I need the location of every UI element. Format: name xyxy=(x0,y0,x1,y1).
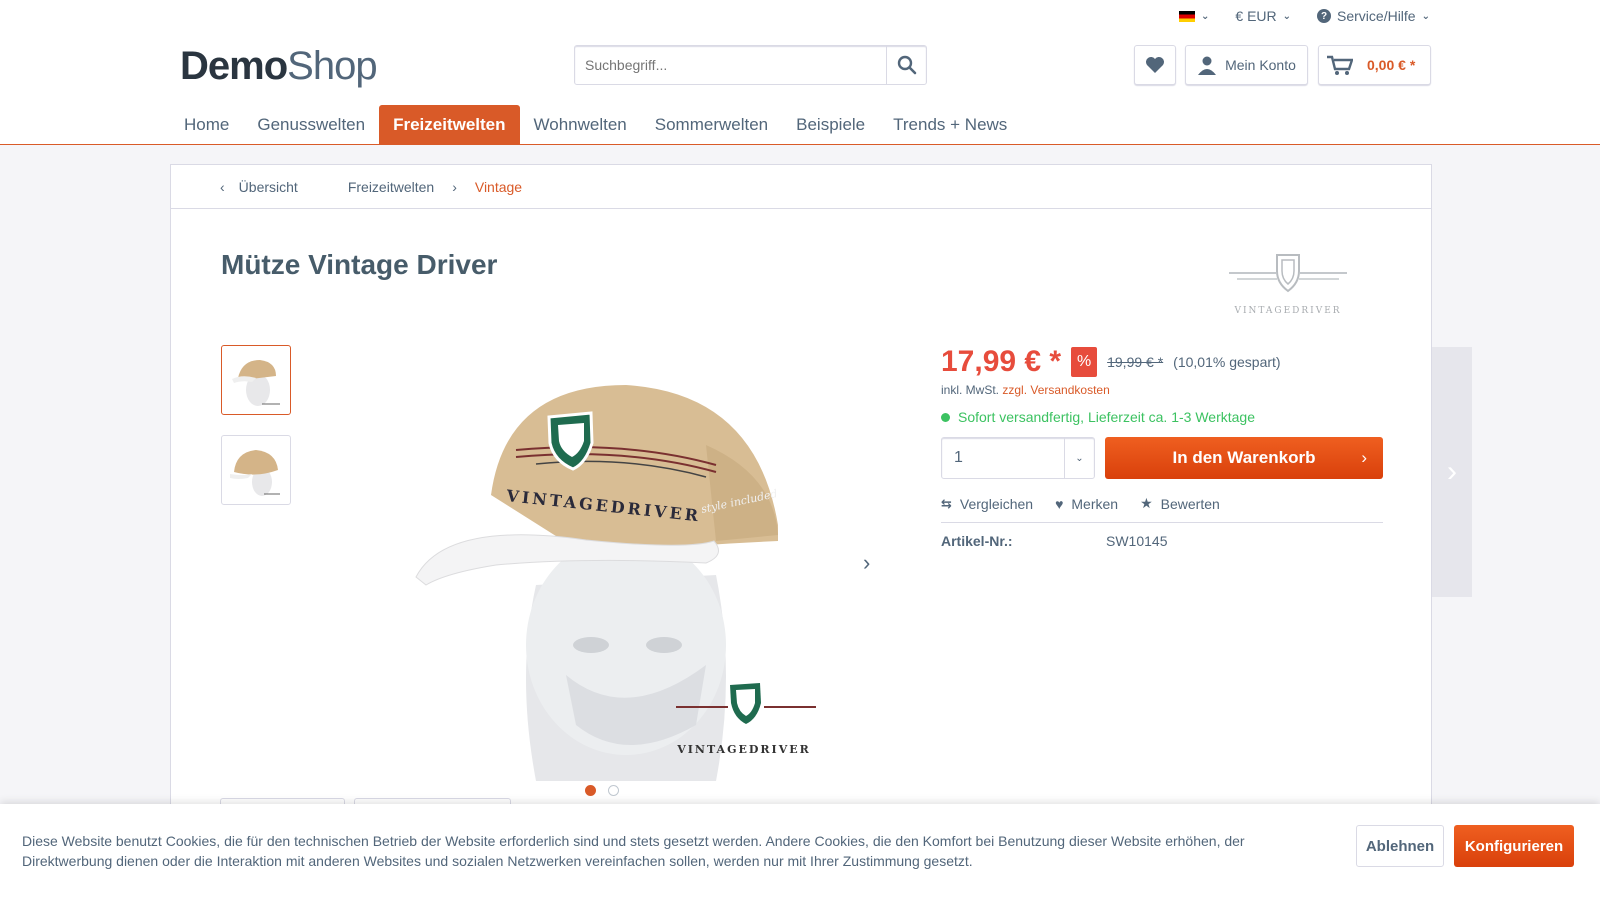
add-to-cart-label: In den Warenkorb xyxy=(1172,448,1316,467)
old-price: 19,99 € * xyxy=(1107,354,1164,370)
cap-front-thumbnail-image xyxy=(232,360,280,406)
nav-item-freizeitwelten[interactable]: Freizeitwelten xyxy=(379,105,520,144)
chevron-down-icon: ⌄ xyxy=(1201,10,1210,22)
product-thumbnail-1[interactable] xyxy=(221,345,291,415)
cart-icon xyxy=(1327,55,1353,75)
nav-item-wohnwelten[interactable]: Wohnwelten xyxy=(520,105,641,144)
brand-logo-text: VINTAGEDRIVER xyxy=(1233,306,1341,316)
shop-logo[interactable]: DemoShop xyxy=(180,44,378,89)
service-menu[interactable]: ? Service/Hilfe ⌄ xyxy=(1317,8,1430,24)
rate-action[interactable]: ★ Bewerten xyxy=(1140,495,1220,512)
image-logo-text: VINTAGEDRIVER xyxy=(676,743,811,756)
cart-total: 0,00 € * xyxy=(1367,57,1416,73)
rate-label: Bewerten xyxy=(1160,495,1220,512)
german-flag-icon xyxy=(1179,10,1195,22)
currency-label: € EUR xyxy=(1235,8,1277,24)
product-title: Mütze Vintage Driver xyxy=(221,249,498,280)
main-nav: Home Genusswelten Freizeitwelten Wohnwel… xyxy=(170,105,1021,144)
breadcrumb-item-vintage[interactable]: Vintage xyxy=(475,179,522,195)
compare-label: Vergleichen xyxy=(959,495,1034,512)
article-number-label: Artikel-Nr.: xyxy=(941,533,1013,549)
account-label: Mein Konto xyxy=(1225,57,1296,73)
chevron-down-icon: ⌄ xyxy=(1421,10,1430,22)
product-thumbnail-2[interactable] xyxy=(221,435,291,505)
price-row: 17,99 € * % 19,99 € * (10,01% gespart) xyxy=(941,345,1383,379)
nav-item-trends-news[interactable]: Trends + News xyxy=(879,105,1021,144)
wishlist-button[interactable] xyxy=(1134,45,1176,85)
image-next-arrow-icon[interactable]: › xyxy=(863,550,870,576)
search-input[interactable] xyxy=(575,46,886,84)
star-icon: ★ xyxy=(1140,495,1153,511)
nav-item-home[interactable]: Home xyxy=(170,105,243,144)
user-icon xyxy=(1198,56,1217,75)
remember-action[interactable]: ♥ Merken xyxy=(1055,495,1118,512)
logo-bold: Demo xyxy=(180,44,288,88)
logo-light: Shop xyxy=(287,44,377,88)
delivery-text: Sofort versandfertig, Lieferzeit ca. 1-3… xyxy=(958,409,1255,425)
shipping-costs-link[interactable]: zzgl. Versandkosten xyxy=(1002,383,1109,397)
discount-badge: % xyxy=(1071,347,1098,377)
search-button[interactable] xyxy=(886,46,926,84)
chevron-right-icon: › xyxy=(452,178,457,195)
tax-info: inkl. MwSt. zzgl. Versandkosten xyxy=(941,383,1383,397)
cookie-banner: Diese Website benutzt Cookies, die für d… xyxy=(0,804,1600,900)
image-dot-2[interactable] xyxy=(608,785,619,796)
article-number-value: SW10145 xyxy=(1106,533,1168,549)
service-label: Service/Hilfe xyxy=(1337,8,1416,24)
brand-logo[interactable]: VINTAGEDRIVER xyxy=(1209,253,1359,323)
chevron-left-icon: ‹ xyxy=(220,178,225,195)
heart-icon: ♥ xyxy=(1055,495,1064,512)
chevron-right-icon: › xyxy=(1361,448,1367,467)
top-links: ⌄ € EUR ⌄ ? Service/Hilfe ⌄ xyxy=(1179,8,1430,24)
add-to-cart-button[interactable]: In den Warenkorb › xyxy=(1105,437,1383,479)
remember-label: Merken xyxy=(1071,495,1119,512)
article-number-row: Artikel-Nr.: SW10145 xyxy=(941,533,1383,549)
cookie-configure-button[interactable]: Konfigurieren xyxy=(1454,825,1574,867)
help-icon: ? xyxy=(1317,9,1332,23)
heart-icon xyxy=(1146,57,1164,73)
delivery-status: Sofort versandfertig, Lieferzeit ca. 1-3… xyxy=(941,409,1383,425)
cart-button[interactable]: 0,00 € * xyxy=(1318,45,1431,85)
breadcrumb-item-freizeitwelten[interactable]: Freizeitwelten xyxy=(348,179,434,195)
currency-switcher[interactable]: € EUR ⌄ xyxy=(1235,8,1291,24)
nav-item-sommerwelten[interactable]: Sommerwelten xyxy=(641,105,782,144)
search-bar xyxy=(574,45,927,85)
breadcrumb-back-link[interactable]: ‹ Übersicht xyxy=(220,179,298,195)
next-product-arrow-icon[interactable]: › xyxy=(1432,347,1472,597)
tax-label: inkl. MwSt. xyxy=(941,383,1000,397)
product-main-image[interactable]: VINTAGEDRIVER style included VINTAGEDRIV… xyxy=(386,345,846,781)
nav-item-beispiele[interactable]: Beispiele xyxy=(782,105,879,144)
compare-icon: ⇆ xyxy=(941,495,952,511)
cookie-text: Diese Website benutzt Cookies, die für d… xyxy=(22,833,1245,869)
image-pagination xyxy=(585,785,619,796)
chevron-down-icon: ⌄ xyxy=(1064,438,1094,478)
image-dot-1[interactable] xyxy=(585,785,596,796)
cookie-decline-button[interactable]: Ablehnen xyxy=(1356,825,1444,867)
cap-side-thumbnail-image xyxy=(230,450,280,496)
search-icon xyxy=(897,55,916,75)
product-detail: ‹ Übersicht Freizeitwelten › Vintage Mütz… xyxy=(170,164,1432,900)
buy-row: 1 ⌄ In den Warenkorb › xyxy=(941,437,1383,479)
quantity-value: 1 xyxy=(954,449,963,466)
product-actions: ⇆ Vergleichen ♥ Merken ★ Bewerten xyxy=(941,495,1383,523)
breadcrumb: ‹ Übersicht Freizeitwelten › Vintage xyxy=(171,165,1431,209)
quantity-select[interactable]: 1 ⌄ xyxy=(941,437,1095,479)
language-switcher[interactable]: ⌄ xyxy=(1179,10,1210,22)
account-button[interactable]: Mein Konto xyxy=(1185,45,1308,85)
savings-text: (10,01% gespart) xyxy=(1173,354,1281,370)
nav-item-genusswelten[interactable]: Genusswelten xyxy=(243,105,379,144)
back-label: Übersicht xyxy=(238,178,298,195)
status-dot-icon xyxy=(941,412,950,422)
header: ⌄ € EUR ⌄ ? Service/Hilfe ⌄ DemoShop Mein K… xyxy=(0,0,1600,145)
compare-action[interactable]: ⇆ Vergleichen xyxy=(941,495,1033,512)
product-price: 17,99 € * xyxy=(941,345,1062,378)
chevron-down-icon: ⌄ xyxy=(1282,10,1292,22)
buy-box: 17,99 € * % 19,99 € * (10,01% gespart) i… xyxy=(941,345,1383,549)
